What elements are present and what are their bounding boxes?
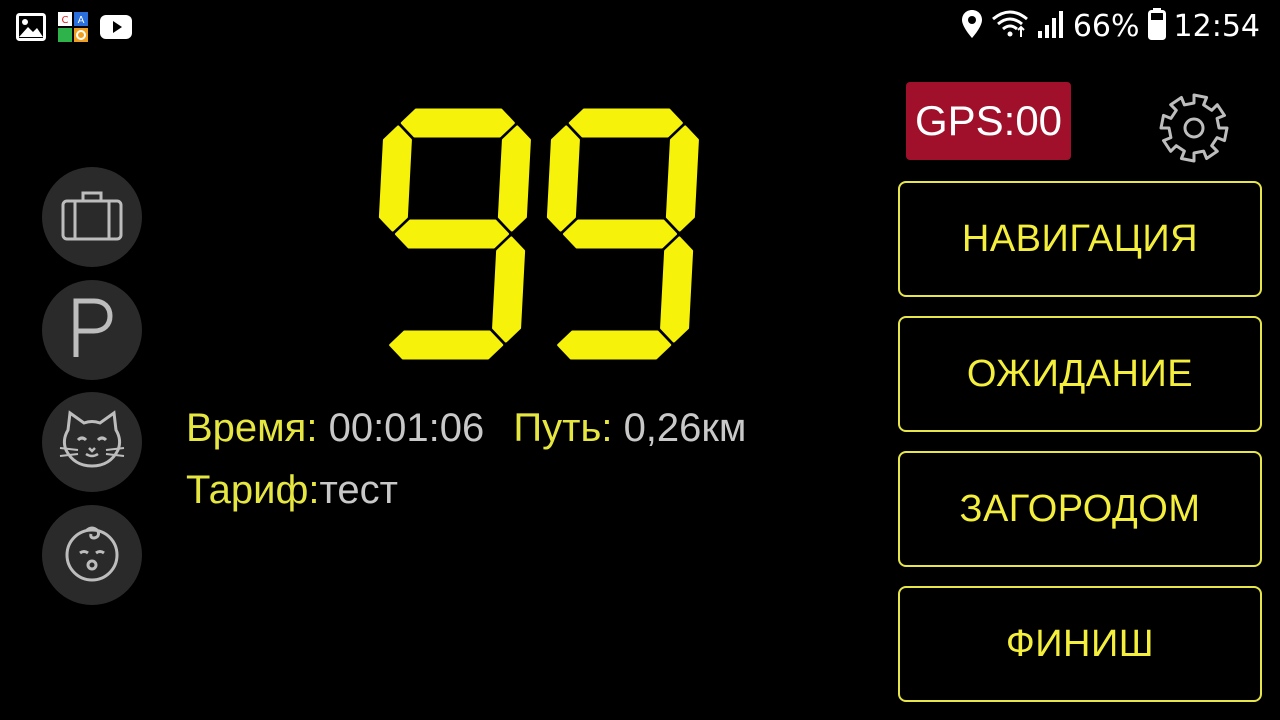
gps-status-badge[interactable]: GPS:00 bbox=[906, 82, 1071, 160]
youtube-icon bbox=[100, 15, 132, 44]
segment-d bbox=[389, 330, 504, 360]
time-label: Время: bbox=[186, 406, 318, 450]
battery-percent: 66% bbox=[1072, 9, 1140, 44]
segment-f bbox=[546, 125, 580, 232]
tariff-line: Тариф:тест bbox=[186, 468, 398, 513]
cat-icon bbox=[58, 409, 126, 475]
tariff-label: Тариф: bbox=[186, 468, 320, 512]
segment-g bbox=[394, 219, 510, 249]
segment-f bbox=[378, 125, 412, 232]
segment-b bbox=[497, 125, 531, 232]
out-of-town-button[interactable]: ЗАГОРОДОМ bbox=[898, 451, 1262, 567]
taximeter-screen: C A 66% 12:54 99 Время: 00:01:06 Путь: 0… bbox=[0, 0, 1280, 720]
segment-b bbox=[665, 125, 699, 232]
segment-c bbox=[492, 236, 526, 343]
wifi-icon bbox=[991, 9, 1029, 44]
suitcase-icon bbox=[61, 189, 123, 246]
parking-button[interactable] bbox=[42, 280, 142, 380]
seven-segment-digits bbox=[378, 108, 699, 360]
time-value: 00:01:06 bbox=[328, 406, 485, 450]
fare-meter-value: 99 bbox=[378, 104, 380, 105]
pet-button[interactable] bbox=[42, 392, 142, 492]
app-logo-icon: C A bbox=[58, 12, 88, 47]
segment-a bbox=[568, 108, 683, 138]
clock: 12:54 bbox=[1173, 9, 1260, 44]
settings-button[interactable] bbox=[1158, 92, 1230, 164]
battery-icon bbox=[1147, 8, 1166, 45]
trip-info-line: Время: 00:01:06 Путь: 0,26км bbox=[186, 406, 746, 451]
distance-label: Путь: bbox=[513, 406, 613, 450]
digit-1 bbox=[546, 108, 699, 360]
parking-icon bbox=[70, 297, 114, 364]
system-indicators: 66% 12:54 bbox=[961, 8, 1260, 45]
luggage-button[interactable] bbox=[42, 167, 142, 267]
waiting-button[interactable]: ОЖИДАНИЕ bbox=[898, 316, 1262, 432]
svg-text:A: A bbox=[78, 15, 85, 26]
notification-icons: C A bbox=[16, 12, 132, 47]
segment-g bbox=[562, 219, 678, 249]
gear-icon bbox=[1158, 93, 1230, 168]
child-seat-button[interactable] bbox=[42, 505, 142, 605]
distance-value: 0,26км bbox=[623, 406, 747, 450]
navigation-button[interactable]: НАВИГАЦИЯ bbox=[898, 181, 1262, 297]
location-icon bbox=[961, 9, 983, 44]
finish-button[interactable]: ФИНИШ bbox=[898, 586, 1262, 702]
svg-text:C: C bbox=[62, 15, 69, 26]
tariff-value: тест bbox=[319, 468, 398, 512]
gallery-icon bbox=[16, 13, 46, 46]
status-bar: C A 66% 12:54 bbox=[0, 0, 1280, 56]
fare-meter-display: 99 bbox=[378, 104, 699, 360]
segment-c bbox=[660, 236, 694, 343]
segment-d bbox=[557, 330, 672, 360]
segment-a bbox=[400, 108, 515, 138]
signal-icon bbox=[1037, 9, 1065, 44]
digit-0 bbox=[378, 108, 531, 360]
baby-icon bbox=[62, 523, 122, 588]
